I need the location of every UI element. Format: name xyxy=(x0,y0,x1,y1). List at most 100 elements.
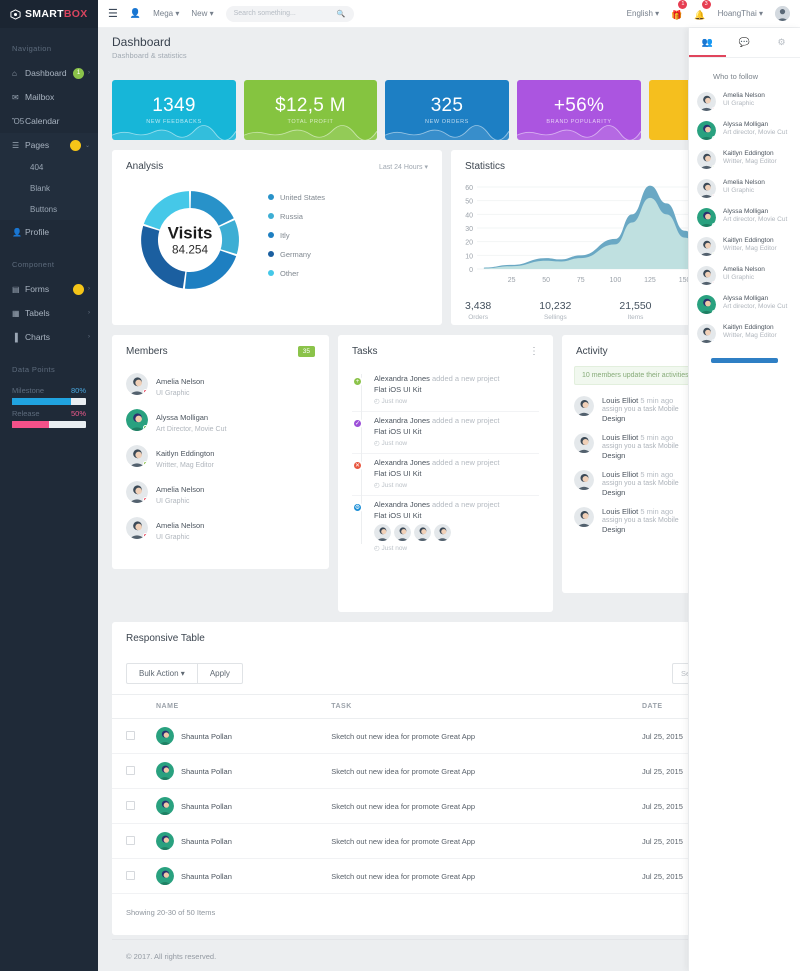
table-row[interactable]: Shaunta PollanSketch out new idea for pr… xyxy=(112,719,786,754)
sidebar-subitem-blank[interactable]: Blank xyxy=(0,178,98,199)
gifts-button[interactable]: 🎁 1 xyxy=(671,5,682,23)
sidebar-item-tabels[interactable]: ▦Tabels› xyxy=(0,301,98,325)
follow-name: Amelia Nelson xyxy=(723,179,765,186)
list-item[interactable]: Amelia NelsonUI Graphic xyxy=(112,366,329,402)
tasks-header: Tasks ⋮ xyxy=(338,335,553,366)
sidebar-item-dashboard[interactable]: ⌂Dashboard1› xyxy=(0,61,98,85)
row-checkbox[interactable] xyxy=(126,871,135,880)
row-checkbox-cell[interactable] xyxy=(112,859,150,894)
stat-card-0[interactable]: 1349NEW FEEDBACKS xyxy=(112,80,236,140)
avatar xyxy=(126,373,148,395)
search-icon[interactable]: 🔍 xyxy=(337,10,346,18)
stat-card-2[interactable]: 325NEW ORDERS xyxy=(385,80,509,140)
row-task: Sketch out new idea for promote Great Ap… xyxy=(325,789,636,824)
list-item[interactable]: Kaitlyn EddingtonWritter, Mag Editor xyxy=(112,438,329,474)
list-item[interactable]: Amelia NelsonUI Graphic xyxy=(689,174,800,203)
donut-segment-united-states[interactable] xyxy=(191,191,234,226)
people-tab[interactable]: 👥 xyxy=(689,28,726,57)
list-item[interactable]: Alyssa MolliganArt Director, Movie Cut xyxy=(112,402,329,438)
page-footer: © 2017. All rights reserved. xyxy=(112,939,786,971)
table-col-header[interactable]: NAME xyxy=(150,695,325,719)
legend-item-united-states[interactable]: United States xyxy=(268,193,325,202)
sidebar-item-calendar[interactable]: Ὄ5Calendar xyxy=(0,109,98,133)
list-item[interactable]: Kaitlyn EddingtonWritter, Mag Editor xyxy=(689,145,800,174)
bulk-action-button[interactable]: Bulk Action ▾ xyxy=(126,663,198,684)
avatar xyxy=(697,179,716,198)
legend-item-germany[interactable]: Germany xyxy=(268,250,325,259)
list-item[interactable]: Kaitlyn EddingtonWritter, Mag Editor xyxy=(689,232,800,261)
row-checkbox-cell[interactable] xyxy=(112,824,150,859)
list-item[interactable]: Kaitlyn EddingtonWritter, Mag Editor xyxy=(689,319,800,348)
sidebar-item-forms[interactable]: ▤Forms› xyxy=(0,277,98,301)
list-item[interactable]: Amelia NelsonUI Graphic xyxy=(112,510,329,546)
sidebar-item-profile[interactable]: 👤 Profile xyxy=(0,220,98,244)
list-item[interactable]: Alyssa MolliganArt director, Movie Cut xyxy=(689,116,800,145)
activity-author: Louis Elliot 5 min ago xyxy=(602,433,679,442)
table-col-header[interactable]: TASK xyxy=(325,695,636,719)
chat-tab[interactable]: 💬 xyxy=(726,28,763,57)
dots-vertical-icon[interactable]: ⋮ xyxy=(529,349,539,355)
list-item[interactable]: Amelia NelsonUI Graphic xyxy=(112,474,329,510)
avatar[interactable] xyxy=(775,6,790,21)
apply-button[interactable]: Apply xyxy=(198,663,243,684)
table-row[interactable]: Shaunta PollanSketch out new idea for pr… xyxy=(112,789,786,824)
user-icon[interactable]: 👤 xyxy=(130,8,141,19)
follow-role: UI Graphic xyxy=(723,100,765,108)
nav-heading: Navigation xyxy=(0,28,98,61)
legend-color-dot xyxy=(268,213,274,219)
sidebar-item-mailbox[interactable]: ✉Mailbox xyxy=(0,85,98,109)
datapoint-label: Release xyxy=(12,409,40,418)
follow-name: Alyssa Molligan xyxy=(723,295,787,302)
list-item[interactable]: ✓Alexandra Jones added a new projectFlat… xyxy=(352,412,539,454)
table-row[interactable]: Shaunta PollanSketch out new idea for pr… xyxy=(112,754,786,789)
legend-item-itly[interactable]: Itly xyxy=(268,231,325,240)
list-item[interactable]: ⚙Alexandra Jones added a new projectFlat… xyxy=(352,496,539,558)
language-selector[interactable]: English ▾ xyxy=(627,9,660,18)
sidebar-badge xyxy=(73,284,84,295)
status-badge xyxy=(712,339,716,343)
nav-list: ⌂Dashboard1›✉MailboxὌ5Calendar☰Pages⌄ xyxy=(0,61,98,157)
legend-color-dot xyxy=(268,232,274,238)
legend-item-other[interactable]: Other xyxy=(268,269,325,278)
row-checkbox[interactable] xyxy=(126,731,135,740)
sidebar-item-charts[interactable]: ▐Charts› xyxy=(0,325,98,349)
row-checkbox[interactable] xyxy=(126,766,135,775)
x-tick-label: 100 xyxy=(610,277,622,284)
sidebar-subitem-buttons[interactable]: Buttons xyxy=(0,199,98,220)
follow-role: Writter, Mag Editor xyxy=(723,158,777,166)
list-item[interactable]: Amelia NelsonUI Graphic xyxy=(689,261,800,290)
follow-name: Alyssa Molligan xyxy=(723,121,787,128)
row-task: Sketch out new idea for promote Great Ap… xyxy=(325,754,636,789)
list-item[interactable]: ✕Alexandra Jones added a new projectFlat… xyxy=(352,454,539,496)
donut-segment-russia[interactable] xyxy=(219,220,239,254)
legend-item-russia[interactable]: Russia xyxy=(268,212,325,221)
row-checkbox[interactable] xyxy=(126,801,135,810)
hamburger-icon[interactable]: ☰ xyxy=(108,7,118,20)
analysis-range-selector[interactable]: Last 24 Hours ▾ xyxy=(379,163,428,171)
notifications-button[interactable]: 🔔 3 xyxy=(694,5,705,23)
sidebar-subitem-404[interactable]: 404 xyxy=(0,157,98,178)
search-input[interactable]: Search something... 🔍 xyxy=(226,6,354,22)
list-item[interactable]: Amelia NelsonUI Graphic xyxy=(689,87,800,116)
topbar-link-mega[interactable]: Mega ▾ xyxy=(153,9,179,18)
list-item[interactable]: Alyssa MolliganArt director, Movie Cut xyxy=(689,203,800,232)
list-item[interactable]: Alyssa MolliganArt director, Movie Cut xyxy=(689,290,800,319)
row-checkbox-cell[interactable] xyxy=(112,719,150,754)
row-checkbox-cell[interactable] xyxy=(112,789,150,824)
stat-caption: Orders xyxy=(465,314,491,321)
settings-tab[interactable]: ⚙ xyxy=(763,28,800,57)
table-row[interactable]: Shaunta PollanSketch out new idea for pr… xyxy=(112,859,786,894)
brand-logo-area[interactable]: SMARTBOX xyxy=(0,0,98,28)
row-checkbox[interactable] xyxy=(126,836,135,845)
sidebar-item-pages[interactable]: ☰Pages⌄ xyxy=(0,133,98,157)
stat-card-1[interactable]: $12,5 MTOTAL PROFIT xyxy=(244,80,377,140)
follow-role: UI Graphic xyxy=(723,187,765,195)
row-checkbox-cell[interactable] xyxy=(112,754,150,789)
table-row[interactable]: Shaunta PollanSketch out new idea for pr… xyxy=(112,824,786,859)
table-col-header[interactable] xyxy=(112,695,150,719)
user-menu[interactable]: HoangThai ▾ xyxy=(718,9,763,18)
follow-role: Art director, Movie Cut xyxy=(723,303,787,311)
stat-card-3[interactable]: +56%BRAND POPULARITY xyxy=(517,80,641,140)
topbar-link-new[interactable]: New ▾ xyxy=(191,9,213,18)
list-item[interactable]: +Alexandra Jones added a new projectFlat… xyxy=(352,370,539,412)
